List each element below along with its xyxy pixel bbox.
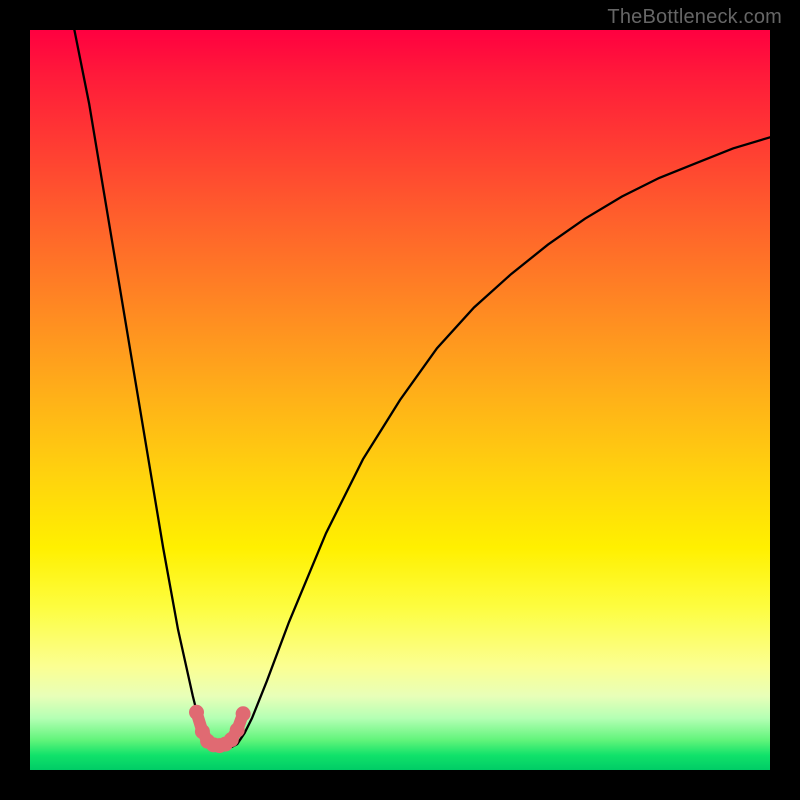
trough-marker — [189, 705, 204, 720]
chart-svg — [30, 30, 770, 770]
curve-layer — [74, 30, 770, 748]
chart-frame: TheBottleneck.com — [0, 0, 800, 800]
bottleneck-curve-right-branch — [230, 137, 770, 748]
trough-marker — [236, 706, 251, 721]
watermark-label: TheBottleneck.com — [607, 6, 782, 29]
bottleneck-curve-left-branch — [74, 30, 215, 748]
marker-layer — [189, 705, 251, 753]
trough-marker — [230, 723, 245, 738]
plot-area — [30, 30, 770, 770]
